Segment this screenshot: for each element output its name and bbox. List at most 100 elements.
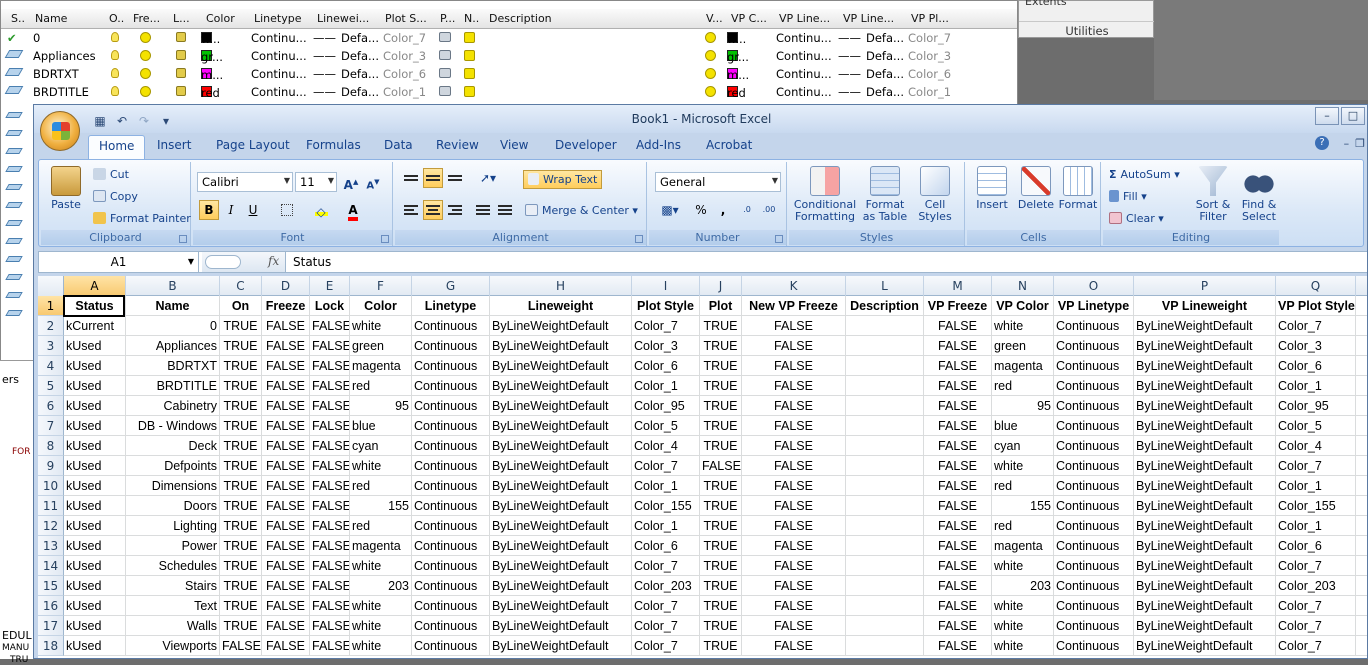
vp-plot-style[interactable]: Color_3: [908, 49, 951, 63]
cell[interactable]: FALSE: [924, 556, 992, 576]
cell[interactable]: cyan: [992, 436, 1054, 456]
cell[interactable]: FALSE: [924, 376, 992, 396]
cell[interactable]: ByLineWeightDefault: [490, 316, 632, 336]
orientation-button[interactable]: ➚▾: [473, 168, 503, 188]
cell[interactable]: 203: [350, 576, 412, 596]
tab-insert[interactable]: Insert: [157, 138, 191, 152]
cut-button[interactable]: Cut: [93, 168, 129, 181]
cell[interactable]: Color_4: [632, 436, 700, 456]
cell[interactable]: Stairs: [126, 576, 220, 596]
cell[interactable]: FALSE: [262, 356, 310, 376]
cell[interactable]: ByLineWeightDefault: [490, 416, 632, 436]
row-header[interactable]: 17: [38, 616, 64, 636]
cell[interactable]: FALSE: [262, 436, 310, 456]
cell[interactable]: Appliances: [126, 336, 220, 356]
cell[interactable]: ByLineWeightDefault: [1134, 596, 1276, 616]
cell[interactable]: FALSE: [742, 356, 846, 376]
cell[interactable]: ByLineWeightDefault: [490, 336, 632, 356]
cell[interactable]: white: [992, 596, 1054, 616]
cell[interactable]: Color_5: [632, 416, 700, 436]
cell[interactable]: TRUE: [220, 596, 262, 616]
cell[interactable]: FALSE: [310, 456, 350, 476]
cell[interactable]: BRDTITLE: [126, 376, 220, 396]
cell[interactable]: FALSE: [220, 636, 262, 656]
font-size-select[interactable]: 11 ▼: [295, 172, 337, 192]
autosum-button[interactable]: Σ AutoSum ▾: [1109, 168, 1180, 181]
cell[interactable]: Continuous: [1054, 516, 1134, 536]
cell[interactable]: kUsed: [64, 496, 126, 516]
align-left-icon[interactable]: [401, 200, 421, 220]
column-header-n[interactable]: N: [992, 276, 1054, 296]
find-select-button[interactable]: Find & Select: [1237, 166, 1281, 223]
format-painter-button[interactable]: Format Painter: [93, 212, 191, 225]
tab-data[interactable]: Data: [384, 138, 413, 152]
vp-plot-style[interactable]: Color_6: [908, 67, 951, 81]
cell[interactable]: red: [992, 376, 1054, 396]
cell[interactable]: FALSE: [742, 456, 846, 476]
clipboard-launcher-icon[interactable]: [179, 235, 187, 243]
fill-color-button[interactable]: ◇: [311, 200, 331, 220]
column-header-e[interactable]: E: [310, 276, 350, 296]
vp-linetype[interactable]: Continu...: [776, 49, 832, 63]
cell[interactable]: ByLineWeightDefault: [1134, 496, 1276, 516]
cell[interactable]: FALSE: [742, 436, 846, 456]
cell[interactable]: FALSE: [262, 596, 310, 616]
cell[interactable]: Color_7: [1276, 556, 1356, 576]
cell[interactable]: kUsed: [64, 456, 126, 476]
sort-filter-button[interactable]: Sort & Filter: [1191, 166, 1235, 223]
column-header-f[interactable]: F: [350, 276, 412, 296]
cell[interactable]: ByLineWeightDefault: [1134, 516, 1276, 536]
cell[interactable]: TRUE: [220, 536, 262, 556]
cell[interactable]: TRUE: [700, 316, 742, 336]
align-center-icon[interactable]: [423, 200, 443, 220]
row-header[interactable]: 18: [38, 636, 64, 656]
clear-button[interactable]: Clear ▾: [1109, 212, 1164, 225]
cell[interactable]: Continuous: [412, 596, 490, 616]
cell[interactable]: FALSE: [742, 416, 846, 436]
delete-cells-button[interactable]: Delete: [1015, 166, 1057, 211]
column-header-q[interactable]: Q: [1276, 276, 1356, 296]
cell[interactable]: FALSE: [310, 636, 350, 656]
cell[interactable]: FALSE: [924, 636, 992, 656]
wrap-text-button[interactable]: Wrap Text: [523, 170, 603, 189]
cell[interactable]: FALSE: [262, 556, 310, 576]
cell[interactable]: TRUE: [700, 536, 742, 556]
cell[interactable]: TRUE: [700, 496, 742, 516]
cell[interactable]: FALSE: [310, 616, 350, 636]
cell[interactable]: [846, 336, 924, 356]
cell[interactable]: Continuous: [412, 336, 490, 356]
cell[interactable]: Color_7: [1276, 616, 1356, 636]
cell[interactable]: ByLineWeightDefault: [1134, 336, 1276, 356]
cell[interactable]: TRUE: [700, 396, 742, 416]
font-launcher-icon[interactable]: [381, 235, 389, 243]
cell[interactable]: 203: [992, 576, 1054, 596]
column-header-m[interactable]: M: [924, 276, 992, 296]
cell[interactable]: FALSE: [262, 476, 310, 496]
name-box[interactable]: A1 ▼: [39, 252, 199, 272]
cell[interactable]: red: [350, 476, 412, 496]
header-cell[interactable]: Lock: [310, 296, 350, 316]
cell[interactable]: TRUE: [220, 376, 262, 396]
cell[interactable]: [846, 496, 924, 516]
cell[interactable]: FALSE: [924, 576, 992, 596]
col-color[interactable]: Color: [206, 12, 235, 25]
row-header[interactable]: 11: [38, 496, 64, 516]
cell[interactable]: Continuous: [412, 616, 490, 636]
cell[interactable]: ByLineWeightDefault: [490, 636, 632, 656]
col-vp-linetype[interactable]: VP Line...: [779, 12, 830, 25]
cell[interactable]: ByLineWeightDefault: [490, 536, 632, 556]
cell[interactable]: TRUE: [700, 636, 742, 656]
cell[interactable]: ByLineWeightDefault: [490, 496, 632, 516]
col-plot[interactable]: P...: [440, 12, 455, 25]
cell[interactable]: [846, 316, 924, 336]
cell[interactable]: Color_6: [632, 536, 700, 556]
tab-developer[interactable]: Developer: [555, 138, 617, 152]
cell[interactable]: [846, 516, 924, 536]
cell[interactable]: ByLineWeightDefault: [1134, 416, 1276, 436]
cell[interactable]: Color_1: [632, 476, 700, 496]
cell[interactable]: 155: [992, 496, 1054, 516]
cell[interactable]: FALSE: [742, 316, 846, 336]
row-header[interactable]: 2: [38, 316, 64, 336]
cell[interactable]: FALSE: [742, 556, 846, 576]
layer-linetype[interactable]: Continu...: [251, 67, 307, 81]
